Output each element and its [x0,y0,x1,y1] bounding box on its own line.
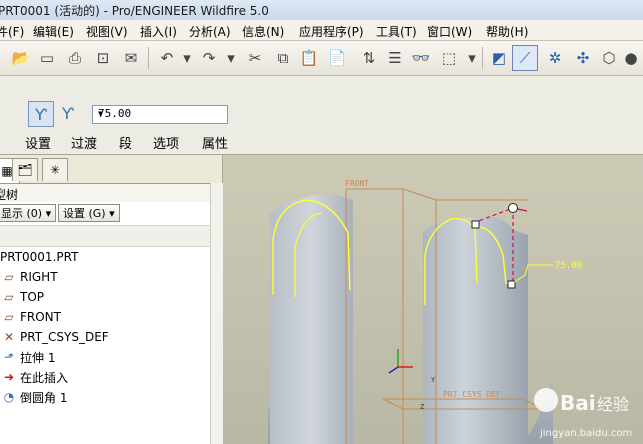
baidu-watermark: Bai 经验 jingyan.baidu.com [534,388,632,439]
coordinate-system-icon: ✕ [3,330,15,344]
full-round-icon[interactable]: Ƴ [56,101,80,125]
chevron-down-icon[interactable]: ▼ [98,109,225,118]
tree-node-label: TOP [20,290,45,304]
tree-node-label: 倒圆角 1 [20,390,68,405]
menu-file[interactable]: 件(F) [0,23,24,40]
find-icon[interactable]: 👓 [412,49,431,67]
main-toolbar: 📂 ▭ ⎙ ⊡ ✉ ↶ ▾ ↷ ▾ ✂ ⧉ 📋 📄 ⇅ ☰ 👓 ⬚ ▾ ◩ ⟋ … [0,41,643,76]
send-icon[interactable]: ⊡ [94,49,112,67]
tree-node-part[interactable]: PRT0001.PRT [0,248,78,266]
menu-view[interactable]: 视图(V) [86,23,128,40]
tree-node-front[interactable]: ▱ FRONT [0,308,61,326]
radius-drag-handle[interactable] [508,203,518,213]
model-tree-header: 型树 ▼ [0,184,222,202]
tab-settings[interactable]: 设置 [25,133,51,152]
toolbar-separator [148,47,149,69]
coordinate-system-icon[interactable]: ✣ [574,49,592,67]
save-icon[interactable]: ▭ [38,49,56,67]
menu-tools[interactable]: 工具(T) [376,23,417,40]
watermark-url: jingyan.baidu.com [539,428,632,439]
tree-node-csys[interactable]: ✕ PRT_CSYS_DEF [0,328,109,346]
folder-browser-tab-icon[interactable]: 🗂 [12,158,38,181]
open-icon[interactable]: 📂 [12,49,31,67]
datum-point-icon[interactable]: ✲ [546,49,564,67]
regenerate-icon[interactable]: ⇅ [360,49,378,67]
datum-plane-icon: ▱ [4,270,14,284]
dimension-label[interactable]: 75.00 [555,261,582,271]
print-icon[interactable]: ⎙ [66,49,84,67]
tree-node-right[interactable]: ▱ RIGHT [0,268,58,286]
menu-help[interactable]: 帮助(H) [486,23,528,40]
vertical-scrollbar[interactable] [210,183,223,444]
display-button[interactable]: 显示 (0) ▾ [0,204,57,222]
view-triad [388,349,413,374]
csys-label: PRT_CSYS_DEF [443,390,501,399]
tree-node-label: 拉伸 1 [20,350,56,365]
undo-dropdown-icon[interactable]: ▾ [178,49,196,67]
paste-special-icon[interactable]: 📄 [328,49,347,67]
extrude-icon: ⬏ [3,350,15,364]
favorites-tab-icon[interactable]: ✳ [42,158,68,181]
insert-here-icon: ➜ [3,370,15,384]
menu-window[interactable]: 窗口(W) [427,23,472,40]
window-title: PRT0001 (活动的) - Pro/ENGINEER Wildfire 5.… [0,4,269,18]
tree-node-label: 在此插入 [20,370,69,385]
title-bar: PRT0001 (活动的) - Pro/ENGINEER Wildfire 5.… [0,0,643,21]
tree-node-label: RIGHT [20,270,58,284]
view-icon[interactable]: ⬡ [600,49,618,67]
shading-icon[interactable]: ● [622,49,640,67]
tab-transition[interactable]: 过渡 [71,133,97,152]
display-button-label: 显示 (0) [1,207,43,220]
model-tree-panel: ▦ 🗂 ✳ 型树 ▼ 显示 (0) ▾ 设置 (G) ▾ PRT0001.PRT… [0,155,223,444]
toolbar-separator [482,47,483,69]
settings-button-label: 设置 (G) [63,207,106,220]
model-left-pillar[interactable] [270,195,353,444]
menu-analysis[interactable]: 分析(A) [189,23,231,40]
watermark-suffix: 经验 [597,395,629,414]
copy-icon[interactable]: ⧉ [274,49,292,67]
datum-plane-icon[interactable]: ◩ [490,49,508,67]
front-plane-label: FRONT [345,179,369,188]
model-tree-icon[interactable]: ☰ [386,49,404,67]
constant-round-icon[interactable]: Ƴ [28,101,54,127]
select-dropdown-icon[interactable]: ▾ [463,49,481,67]
undo-icon[interactable]: ↶ [158,49,176,67]
menu-info[interactable]: 信息(N) [242,23,284,40]
redo-dropdown-icon[interactable]: ▾ [222,49,240,67]
menu-applications[interactable]: 应用程序(P) [299,23,364,40]
tree-node-extrude[interactable]: ⬏ 拉伸 1 [0,348,55,366]
redo-icon[interactable]: ↷ [200,49,218,67]
tree-node-round[interactable]: ◔ 倒圆角 1 [0,388,68,406]
menu-edit[interactable]: 编辑(E) [33,23,74,40]
mail-icon[interactable]: ✉ [122,49,140,67]
axis-z-label: Z [420,403,424,411]
tree-node-insert-here[interactable]: ➜ 在此插入 [0,368,68,386]
cut-icon[interactable]: ✂ [246,49,264,67]
menu-insert[interactable]: 插入(I) [140,23,177,40]
tree-node-top[interactable]: ▱ TOP [0,288,44,306]
tab-properties[interactable]: 属性 [202,133,228,152]
tree-node-label: FRONT [20,310,61,324]
watermark-brand: Bai [560,391,596,415]
select-box-icon[interactable]: ⬚ [440,49,458,67]
round-icon: ◔ [3,390,15,404]
navigator-tabs: ▦ 🗂 ✳ [0,155,222,184]
menu-bar: 件(F) 编辑(E) 视图(V) 插入(I) 分析(A) 信息(N) 应用程序(… [0,20,643,41]
datum-plane-icon: ▱ [4,310,14,324]
datum-plane-icon: ▱ [4,290,14,304]
chevron-down-icon[interactable]: ▼ [0,187,210,197]
tree-column-header [0,225,210,247]
radius-value-combo[interactable]: 75.00 ▼ [92,105,228,124]
tab-options[interactable]: 选项 [153,133,179,152]
settings-button[interactable]: 设置 (G) ▾ [58,204,120,222]
datum-axis-icon[interactable]: ⟋ [512,45,538,71]
paste-icon[interactable]: 📋 [300,49,319,67]
edge-anchor-handle[interactable] [471,220,480,229]
feature-dashboard: Ƴ Ƴ 75.00 ▼ 设置 过渡 段 选项 属性 [0,76,643,155]
tree-node-label: PRT0001.PRT [0,250,79,264]
tab-segment[interactable]: 段 [119,133,132,152]
tree-node-label: PRT_CSYS_DEF [20,330,109,344]
